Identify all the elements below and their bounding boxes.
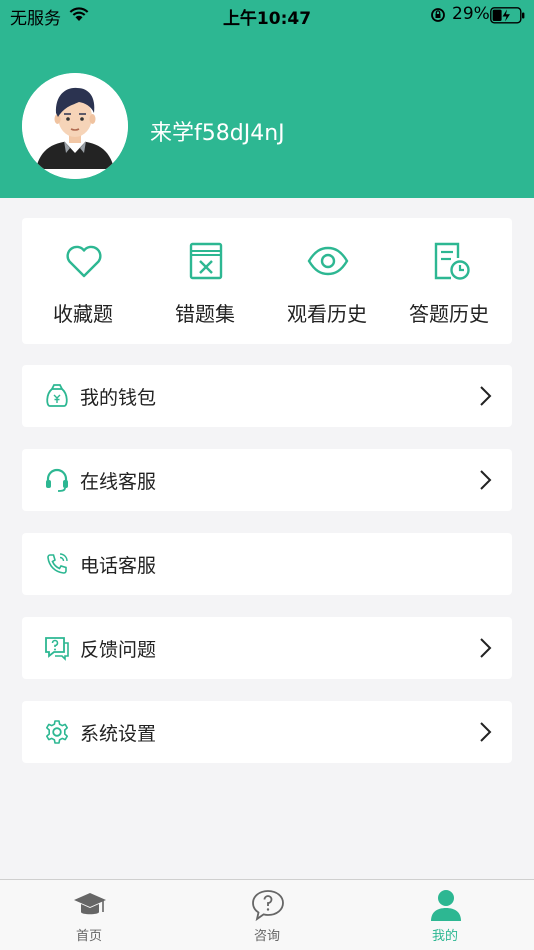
chevron-right-icon (480, 470, 492, 490)
tab-label: 咨询 (253, 929, 280, 944)
menu-item-online-service[interactable]: 在线客服 (22, 449, 512, 511)
chevron-right-icon (480, 386, 492, 406)
tab-consult[interactable]: 咨询 (178, 880, 356, 950)
chevron-right-icon (480, 722, 492, 742)
menu-item-wallet[interactable]: 我的钱包 (22, 365, 512, 427)
avatar-portrait-icon (22, 73, 128, 179)
heart-icon (66, 245, 102, 278)
quick-action-label: 错题集 (175, 302, 235, 326)
rotation-lock-icon (431, 8, 445, 22)
menu-item-feedback[interactable]: 反馈问题 (22, 617, 512, 679)
settings-icon (46, 720, 68, 744)
username: 来学f58dJ4nJ (150, 121, 285, 146)
headset-icon (46, 468, 68, 492)
profile-header: 无服务 上午10:47 29% 来学f58dJ4nJ (0, 0, 534, 198)
quick-action-watch-history[interactable]: 观看历史 (266, 218, 388, 344)
quick-action-label: 收藏题 (53, 302, 113, 326)
graduation-cap-icon (74, 893, 106, 915)
wrong-book-icon (189, 242, 223, 280)
status-bar: 无服务 上午10:47 29% (0, 0, 534, 30)
quick-action-label: 观看历史 (287, 302, 367, 326)
tab-label: 首页 (75, 929, 102, 944)
quick-action-answer-history[interactable]: 答题历史 (388, 218, 510, 344)
quick-action-favorites[interactable]: 收藏题 (22, 218, 144, 344)
menu-item-label: 在线客服 (80, 471, 157, 493)
menu-item-settings[interactable]: 系统设置 (22, 701, 512, 763)
question-bubble-icon (252, 890, 284, 922)
feedback-icon (45, 637, 69, 661)
phone-icon (47, 553, 68, 574)
avatar[interactable] (22, 73, 128, 179)
menu-item-label: 我的钱包 (80, 387, 157, 409)
menu-item-label: 电话客服 (80, 555, 157, 577)
eye-icon (307, 246, 349, 276)
person-icon (431, 890, 461, 921)
wallet-icon (46, 384, 68, 407)
quick-action-wrong-answers[interactable]: 错题集 (144, 218, 266, 344)
battery-icon (490, 7, 525, 24)
menu-item-label: 反馈问题 (80, 639, 157, 661)
quick-actions-card: 收藏题 错题集 观看历史 答题历史 (22, 218, 512, 344)
tab-bar: 首页 咨询 我的 (0, 879, 534, 950)
quick-action-label: 答题历史 (409, 302, 489, 326)
tab-mine[interactable]: 我的 (356, 880, 534, 950)
answer-history-icon (434, 242, 470, 280)
tab-label: 我的 (431, 929, 458, 944)
menu-item-phone-service[interactable]: 电话客服 (22, 533, 512, 595)
tab-home[interactable]: 首页 (0, 880, 178, 950)
menu-item-label: 系统设置 (80, 723, 157, 745)
chevron-right-icon (480, 638, 492, 658)
battery-percent: 29% (452, 4, 490, 24)
profile-screen: 无服务 上午10:47 29% 来学f58dJ4nJ 收藏题 错题集 观看历史 … (0, 0, 534, 950)
